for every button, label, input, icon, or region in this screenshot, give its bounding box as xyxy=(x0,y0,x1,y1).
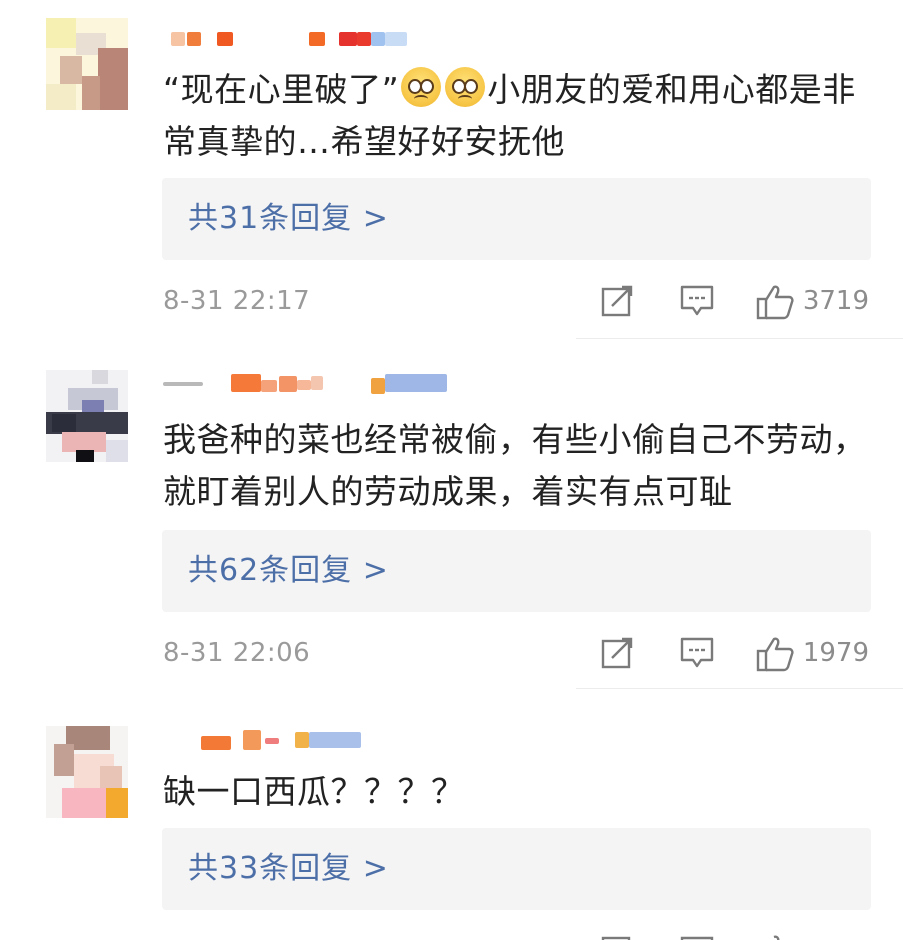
pleading-face-emoji-icon xyxy=(445,67,486,107)
thumbs-up-icon[interactable] xyxy=(756,636,796,672)
thumbs-up-icon[interactable] xyxy=(756,284,796,320)
reply-count-label: 共62条回复 > xyxy=(188,553,389,588)
comment-icon[interactable] xyxy=(679,636,715,670)
avatar[interactable] xyxy=(46,370,128,462)
username-redacted[interactable] xyxy=(163,374,483,396)
comment-text: “现在心里破了” 小朋友的爱和用心都是非常真挚的…希望好好安抚他 xyxy=(163,64,878,168)
share-icon[interactable] xyxy=(600,636,636,670)
reply-count-label: 共31条回复 > xyxy=(188,201,389,236)
comment-item: “现在心里破了” 小朋友的爱和用心都是非常真挚的…希望好好安抚他 共31条回复 >… xyxy=(0,18,903,339)
comment-text-part: 缺一口西瓜？？？？ xyxy=(163,772,465,811)
reply-thread-link[interactable]: 共31条回复 > xyxy=(162,178,871,260)
comment-icon[interactable] xyxy=(679,936,715,940)
share-icon[interactable] xyxy=(600,936,636,940)
thumbs-up-icon[interactable] xyxy=(756,934,796,940)
reply-thread-link[interactable]: 共33条回复 > xyxy=(162,828,871,910)
comment-icon[interactable] xyxy=(679,284,715,318)
comment-timestamp: 8-31 22:06 xyxy=(163,638,311,668)
comment-item: 我爸种的菜也经常被偷，有些小偷自己不劳动，就盯着别人的劳动成果，着实有点可耻 共… xyxy=(0,370,903,690)
comment-text: 缺一口西瓜？？？？ xyxy=(163,766,878,818)
comment-text: 我爸种的菜也经常被偷，有些小偷自己不劳动，就盯着别人的劳动成果，着实有点可耻 xyxy=(163,414,878,518)
avatar[interactable] xyxy=(46,726,128,818)
like-count: 1979 xyxy=(802,638,869,668)
username-redacted[interactable] xyxy=(163,32,483,54)
username-redacted[interactable] xyxy=(163,730,483,752)
share-icon[interactable] xyxy=(600,284,636,318)
divider xyxy=(576,338,903,339)
like-count: 3719 xyxy=(802,286,869,316)
reply-thread-link[interactable]: 共62条回复 > xyxy=(162,530,871,612)
comment-text-part: 我爸种的菜也经常被偷，有些小偷自己不劳动，就盯着别人的劳动成果，着实有点可耻 xyxy=(163,420,867,511)
comment-item: 缺一口西瓜？？？？ 共33条回复 > xyxy=(0,726,903,940)
comment-timestamp: 8-31 22:17 xyxy=(163,286,311,316)
comment-text-part: “现在心里破了” xyxy=(163,70,400,109)
pleading-face-emoji-icon xyxy=(401,67,442,107)
reply-count-label: 共33条回复 > xyxy=(188,851,389,886)
divider xyxy=(576,688,903,689)
avatar[interactable] xyxy=(46,18,128,110)
